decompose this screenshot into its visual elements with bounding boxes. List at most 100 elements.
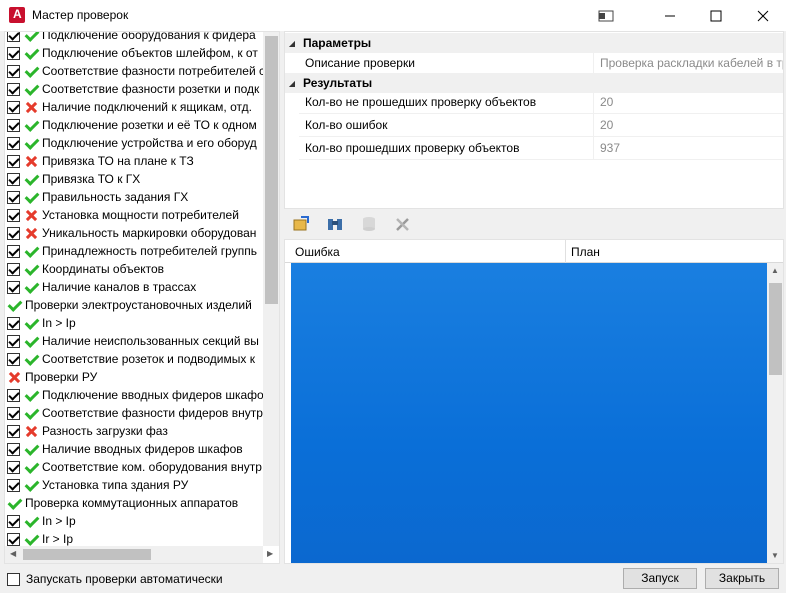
prop-value: Проверка раскладки кабелей в тр <box>593 52 783 74</box>
tree-item[interactable]: Установка мощности потребителей <box>7 206 239 224</box>
tree-item[interactable]: Уникальность маркировки оборудован <box>7 224 256 242</box>
check-status-icon <box>7 496 21 510</box>
item-checkbox[interactable] <box>7 406 20 420</box>
tree-item[interactable]: Подключение вводных фидеров шкафо <box>7 386 264 404</box>
item-checkbox[interactable] <box>7 334 20 348</box>
item-checkbox[interactable] <box>7 190 20 204</box>
item-checkbox[interactable] <box>7 226 20 240</box>
tree-item[interactable]: In > Ip <box>7 512 76 530</box>
tree-hscroll-thumb[interactable] <box>23 549 151 560</box>
column-header-plan[interactable]: План <box>571 245 600 259</box>
tree-item[interactable]: Установка типа здания РУ <box>7 476 188 494</box>
item-checkbox[interactable] <box>7 82 20 96</box>
results-category[interactable]: ◢ Результаты <box>285 73 783 93</box>
tree-item[interactable]: Проверки электроустановочных изделий <box>7 296 252 314</box>
collapse-icon[interactable]: ◢ <box>285 39 299 48</box>
item-checkbox[interactable] <box>7 154 20 168</box>
item-checkbox[interactable] <box>7 262 20 276</box>
scroll-left-icon[interactable]: ◀ <box>10 549 16 558</box>
close-button[interactable]: Закрыть <box>705 568 779 589</box>
item-checkbox[interactable] <box>7 442 20 456</box>
maximize-button[interactable] <box>693 0 739 31</box>
export-icon[interactable] <box>292 215 310 233</box>
item-checkbox[interactable] <box>7 46 20 60</box>
item-checkbox[interactable] <box>7 244 20 258</box>
item-checkbox[interactable] <box>7 424 20 438</box>
tree-item[interactable]: Правильность задания ГХ <box>7 188 188 206</box>
tree-item[interactable]: Наличие неиспользованных секций вы <box>7 332 259 350</box>
selected-rows-region[interactable] <box>291 263 767 563</box>
item-checkbox[interactable] <box>7 64 20 78</box>
prop-row-passed[interactable]: Кол-во прошедших проверку объектов 937 <box>299 137 783 160</box>
item-checkbox[interactable] <box>7 514 20 528</box>
grid-vertical-scrollbar[interactable]: ▲ ▼ <box>767 263 783 563</box>
prop-row-errors[interactable]: Кол-во ошибок 20 <box>299 114 783 137</box>
tree-item[interactable]: Координаты объектов <box>7 260 164 278</box>
binoculars-icon[interactable] <box>326 215 344 233</box>
item-checkbox[interactable] <box>7 532 20 546</box>
checks-tree[interactable]: Подключение оборудования к фидера Подключ… <box>4 31 280 564</box>
column-header-error[interactable]: Ошибка <box>295 245 340 259</box>
tree-item-label: Проверка коммутационных аппаратов <box>25 496 239 510</box>
tree-item[interactable]: Подключение устройства и его оборуд <box>7 134 257 152</box>
tree-item[interactable]: Привязка ТО на плане к ТЗ <box>7 152 194 170</box>
tree-vertical-scrollbar[interactable] <box>263 32 279 546</box>
item-checkbox[interactable] <box>7 352 20 366</box>
column-divider[interactable] <box>565 240 566 263</box>
item-checkbox[interactable] <box>7 118 20 132</box>
tree-item-label: In > Ip <box>42 316 76 330</box>
item-checkbox[interactable] <box>7 478 20 492</box>
item-checkbox[interactable] <box>7 316 20 330</box>
tree-item[interactable]: Наличие подключений к ящикам, отд. <box>7 98 252 116</box>
run-button[interactable]: Запуск <box>623 568 697 589</box>
item-checkbox[interactable] <box>7 388 20 402</box>
item-checkbox[interactable] <box>7 208 20 222</box>
tree-item[interactable]: Наличие вводных фидеров шкафов <box>7 440 243 458</box>
tree-item[interactable]: Проверки РУ <box>7 368 97 386</box>
tree-item[interactable]: Принадлежность потребителей группь <box>7 242 257 260</box>
check-status-icon <box>24 118 38 132</box>
item-checkbox[interactable] <box>7 280 20 294</box>
scroll-down-icon[interactable]: ▼ <box>771 551 779 560</box>
property-grid: ◢ Параметры Описание проверки Проверка р… <box>284 31 784 209</box>
minimize-button[interactable] <box>647 0 693 31</box>
tree-item[interactable]: Подключение розетки и её ТО к одном <box>7 116 257 134</box>
item-checkbox[interactable] <box>7 136 20 150</box>
errors-grid[interactable]: Ошибка План ▲ ▼ <box>284 239 784 564</box>
tree-item[interactable]: Соответствие фазности розетки и подк <box>7 80 259 98</box>
tree-item[interactable]: Соответствие розеток и подводимых к <box>7 350 255 368</box>
grid-vscroll-thumb[interactable] <box>769 283 782 375</box>
item-checkbox[interactable] <box>7 32 20 42</box>
tree-item-label: Проверки РУ <box>25 370 98 384</box>
tree-item[interactable]: Привязка ТО к ГХ <box>7 170 140 188</box>
auto-run-checkbox[interactable] <box>7 572 20 586</box>
tree-item[interactable]: Разность загрузки фаз <box>7 422 168 440</box>
scroll-up-icon[interactable]: ▲ <box>771 266 779 275</box>
dock-window-button[interactable] <box>583 0 629 31</box>
tree-item[interactable]: Соответствие ком. оборудования внутр <box>7 458 262 476</box>
tree-item[interactable]: Проверка коммутационных аппаратов <box>7 494 238 512</box>
tree-item[interactable]: Подключение объектов шлейфом, к от <box>7 44 258 62</box>
scroll-right-icon[interactable]: ▶ <box>267 549 273 558</box>
close-window-button[interactable] <box>740 0 786 31</box>
tree-item[interactable]: Соответствие фазности фидеров внутр <box>7 404 263 422</box>
tree-horizontal-scrollbar[interactable]: ◀ ▶ <box>5 546 273 563</box>
check-status-icon <box>24 136 38 150</box>
item-checkbox[interactable] <box>7 172 20 186</box>
check-status-icon <box>24 82 38 96</box>
tree-item-label: Подключение вводных фидеров шкафо <box>42 388 264 402</box>
check-status-icon <box>24 352 38 366</box>
prop-row-description[interactable]: Описание проверки Проверка раскладки каб… <box>299 52 783 75</box>
tree-item[interactable]: In > Ip <box>7 314 76 332</box>
tree-item[interactable]: Наличие каналов в трассах <box>7 278 196 296</box>
params-category[interactable]: ◢ Параметры <box>285 33 783 53</box>
tree-vscroll-thumb[interactable] <box>265 36 278 304</box>
collapse-icon[interactable]: ◢ <box>285 79 299 88</box>
check-status-icon <box>24 244 38 258</box>
prop-row-failed[interactable]: Кол-во не прошедших проверку объектов 20 <box>299 91 783 114</box>
tree-item[interactable]: Подключение оборудования к фидера <box>7 32 256 44</box>
tree-item[interactable]: Соответствие фазности потребителей с <box>7 62 265 80</box>
auto-run-checkbox-row[interactable]: Запускать проверки автоматически <box>7 572 223 586</box>
item-checkbox[interactable] <box>7 460 20 474</box>
item-checkbox[interactable] <box>7 100 20 114</box>
